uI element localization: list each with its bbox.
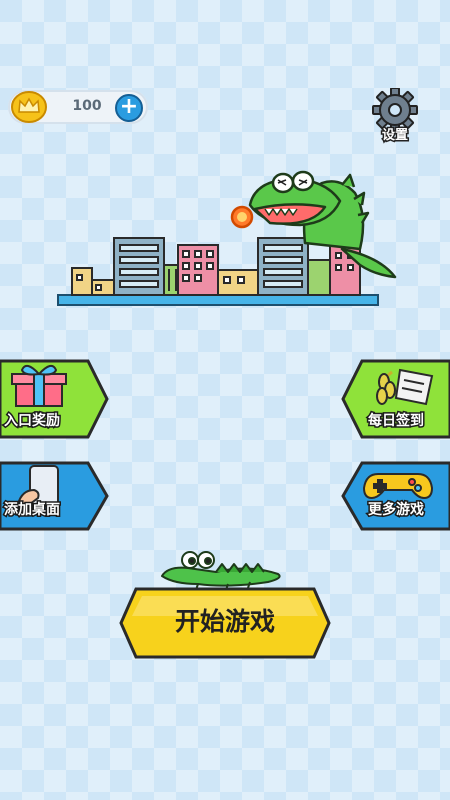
building-pink xyxy=(177,244,219,296)
entry-reward-label: 入口奖励 xyxy=(3,412,62,431)
crown-coin-icon xyxy=(11,91,47,123)
city-scene xyxy=(57,170,397,306)
start-game-label: 开始游戏 xyxy=(174,607,275,636)
building-tall-2 xyxy=(257,237,309,296)
laurel-scroll-icon xyxy=(376,368,434,406)
daily-checkin-label: 每日签到 xyxy=(367,412,426,431)
more-games-label: 更多游戏 xyxy=(367,501,426,520)
more-games-button[interactable] xyxy=(340,460,450,532)
add-desktop-label: 添加桌面 xyxy=(3,501,62,520)
add-coins-button[interactable]: + xyxy=(115,94,143,122)
coin-count: 100 xyxy=(72,98,102,114)
building-left xyxy=(71,267,115,296)
add-desktop-button[interactable] xyxy=(0,460,110,532)
settings-label: 设置 xyxy=(380,127,409,145)
building-tall-1 xyxy=(113,237,165,296)
